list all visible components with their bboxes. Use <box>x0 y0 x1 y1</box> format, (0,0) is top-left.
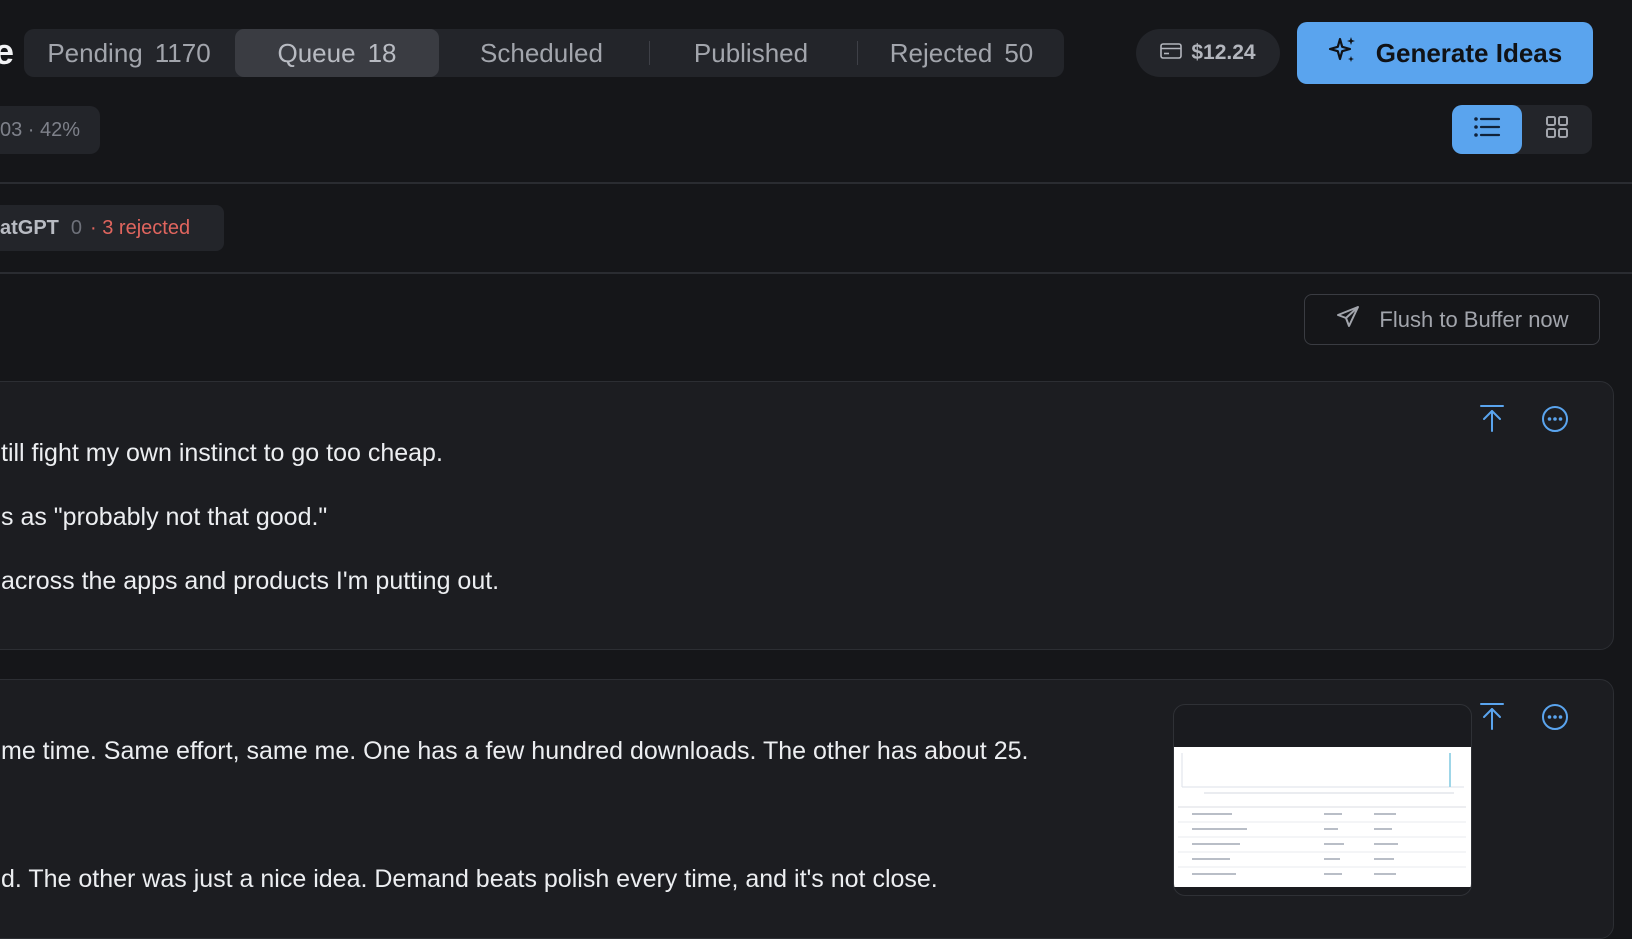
tab-count: 1170 <box>154 37 211 68</box>
move-to-top-icon[interactable] <box>1476 700 1508 732</box>
post-text-line: d. The other was just a nice idea. Deman… <box>1 865 938 893</box>
post-thumbnail[interactable] <box>1173 704 1472 896</box>
tab-divider <box>649 41 650 65</box>
generate-ideas-label: Generate Ideas <box>1375 37 1563 68</box>
grid-view-button[interactable] <box>1522 105 1592 154</box>
credit-card-icon <box>1160 41 1183 65</box>
filter-count: 0 <box>70 216 83 239</box>
post-card[interactable]: me time. Same effort, same me. One has a… <box>0 679 1614 939</box>
thumbnail-image <box>1174 747 1471 887</box>
flush-to-buffer-button[interactable]: Flush to Buffer now <box>1304 294 1600 345</box>
tab-label: Rejected <box>889 37 993 68</box>
move-to-top-icon[interactable] <box>1476 402 1508 434</box>
tab-count: 50 <box>1004 37 1034 68</box>
tab-pending[interactable]: Pending 1170 <box>24 29 234 77</box>
list-view-icon <box>1473 116 1501 143</box>
filter-name: atGPT <box>0 216 59 239</box>
tab-divider <box>857 41 858 65</box>
tab-rejected[interactable]: Rejected 50 <box>859 29 1064 77</box>
tab-label: Published <box>693 37 809 68</box>
grid-view-icon <box>1545 115 1569 144</box>
post-card[interactable]: till fight my own instinct to go too che… <box>0 381 1614 650</box>
stats-chip: 03 · 42% <box>0 106 100 154</box>
tab-queue[interactable]: Queue 18 <box>235 29 439 77</box>
credit-amount: $12.24 <box>1191 41 1256 64</box>
credit-balance[interactable]: $12.24 <box>1136 29 1280 77</box>
generate-ideas-button[interactable]: Generate Ideas <box>1297 22 1593 84</box>
tab-label: Queue <box>277 37 356 68</box>
post-text-line: s as "probably not that good." <box>1 503 328 531</box>
post-text-line: me time. Same effort, same me. One has a… <box>1 737 1029 765</box>
page-title: e <box>0 31 15 72</box>
tab-scheduled[interactable]: Scheduled <box>439 29 644 77</box>
send-icon <box>1335 304 1361 336</box>
view-toggle <box>1452 105 1592 154</box>
tab-published[interactable]: Published <box>651 29 851 77</box>
post-text-line: across the apps and products I'm putting… <box>1 567 500 595</box>
section-divider <box>0 182 1632 184</box>
tab-label: Pending <box>47 37 143 68</box>
list-view-button[interactable] <box>1452 105 1522 154</box>
sparkles-icon <box>1328 35 1358 72</box>
post-text-line: till fight my own instinct to go too che… <box>1 439 443 467</box>
tab-label: Scheduled <box>480 37 603 68</box>
stats-text: 03 · 42% <box>0 118 81 141</box>
flush-label: Flush to Buffer now <box>1379 306 1569 332</box>
filter-rejected: · 3 rejected <box>90 216 191 239</box>
status-tabs: Pending 1170 Queue 18 Scheduled Publishe… <box>24 29 1064 77</box>
more-options-icon[interactable] <box>1539 403 1571 435</box>
tab-count: 18 <box>367 37 397 68</box>
section-divider <box>0 272 1632 274</box>
more-options-icon[interactable] <box>1539 701 1571 733</box>
model-filter-chip[interactable]: atGPT 0 · 3 rejected <box>0 205 224 251</box>
